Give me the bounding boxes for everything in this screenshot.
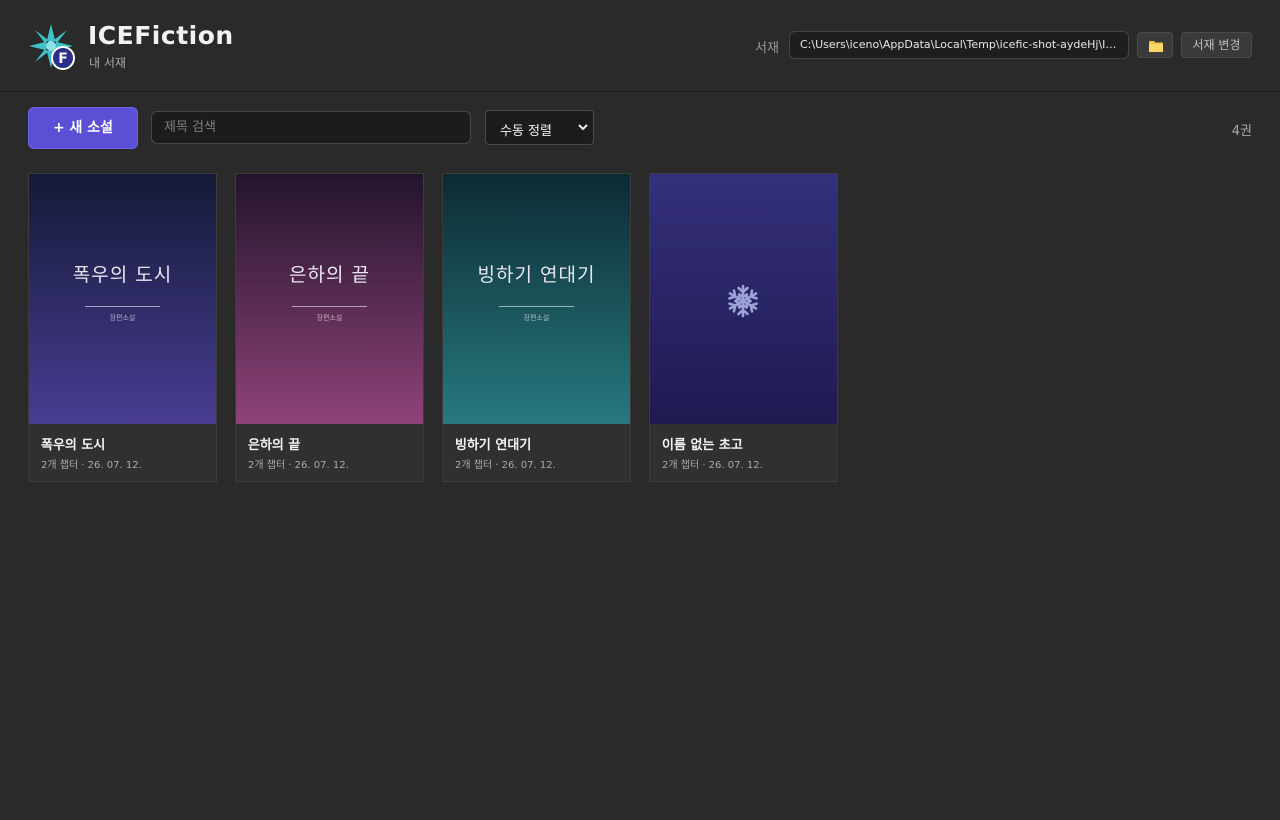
- new-novel-button[interactable]: + 새 소설: [28, 107, 138, 149]
- book-card[interactable]: 이름 없는 초고 2개 챕터 · 26. 07. 12.: [649, 173, 838, 482]
- book-cover: 은하의 끝 장편소설: [236, 174, 423, 424]
- library-label: 서재: [755, 41, 779, 56]
- book-title: 은하의 끝: [248, 438, 301, 453]
- sort-select[interactable]: 수동 정렬: [485, 110, 594, 145]
- book-count: 4권: [1231, 124, 1252, 139]
- book-cover: 폭우의 도시 장편소설: [29, 174, 216, 424]
- book-card[interactable]: 은하의 끝 장편소설 은하의 끝 2개 챕터 · 26. 07. 12.: [235, 173, 424, 482]
- cover-title: 폭우의 도시: [72, 264, 173, 286]
- book-title: 빙하기 연대기: [455, 438, 532, 453]
- book-card[interactable]: 폭우의 도시 장편소설 폭우의 도시 2개 챕터 · 26. 07. 12.: [28, 173, 217, 482]
- book-meta: 2개 챕터 · 26. 07. 12.: [455, 460, 556, 471]
- book-cover: [650, 174, 837, 424]
- cover-genre: 장편소설: [316, 314, 343, 322]
- book-title: 이름 없는 초고: [662, 438, 743, 453]
- cover-title: 빙하기 연대기: [477, 264, 596, 286]
- svg-text:F: F: [58, 51, 68, 67]
- cover-divider: [292, 306, 367, 307]
- cover-divider: [85, 306, 160, 307]
- change-library-button[interactable]: 서재 변경: [1181, 32, 1252, 58]
- open-folder-button[interactable]: [1137, 32, 1173, 58]
- book-meta: 2개 챕터 · 26. 07. 12.: [41, 460, 142, 471]
- app-header: F ICEFiction 내 서재 서재 C:\Users\iceno\AppD…: [0, 0, 1280, 92]
- library-path-field[interactable]: C:\Users\iceno\AppData\Local\Temp\icefic…: [789, 31, 1129, 59]
- cover-genre: 장편소설: [523, 314, 550, 322]
- cover-divider: [499, 306, 574, 307]
- book-meta: 2개 챕터 · 26. 07. 12.: [662, 460, 763, 471]
- title-search-input[interactable]: [151, 111, 471, 144]
- book-cover: 빙하기 연대기 장편소설: [443, 174, 630, 424]
- cover-genre: 장편소설: [109, 314, 136, 322]
- chevron-down-icon: [578, 124, 588, 131]
- folder-icon: [1149, 41, 1163, 52]
- book-title: 폭우의 도시: [41, 438, 106, 453]
- app-subtitle: 내 서재: [89, 56, 126, 70]
- cover-title: 은하의 끝: [289, 264, 370, 286]
- snowflake-icon: [726, 284, 760, 318]
- book-meta: 2개 챕터 · 26. 07. 12.: [248, 460, 349, 471]
- app-title: ICEFiction: [88, 21, 234, 50]
- book-card[interactable]: 빙하기 연대기 장편소설 빙하기 연대기 2개 챕터 · 26. 07. 12.: [442, 173, 631, 482]
- app-logo-icon: F: [29, 24, 75, 70]
- sort-selected-value: 수동 정렬: [500, 124, 552, 139]
